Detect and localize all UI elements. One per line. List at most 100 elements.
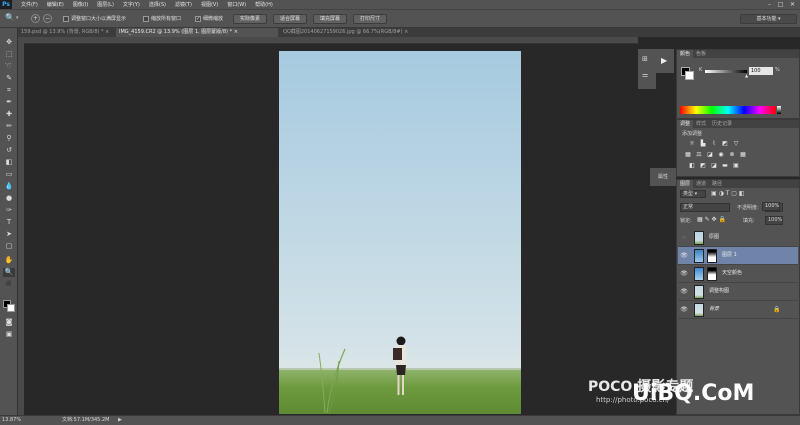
invert-icon[interactable]: ◧ xyxy=(688,162,696,169)
tool-preset-chevron-icon[interactable]: ▾ xyxy=(16,15,19,21)
quick-select-tool-icon[interactable]: ✎ xyxy=(3,74,15,83)
zoom-level[interactable]: 13.87% xyxy=(2,416,21,425)
play-action-icon[interactable]: ▶ xyxy=(661,56,667,65)
selective-color-icon[interactable]: ▣ xyxy=(732,162,740,169)
menu-filter[interactable]: 滤镜(T) xyxy=(175,1,192,8)
tab-history[interactable]: 历史记录 xyxy=(709,120,735,128)
blur-tool-icon[interactable]: 💧 xyxy=(3,182,15,191)
crop-tool-icon[interactable]: ⌗ xyxy=(3,86,15,95)
screen-mode-icon[interactable]: ▣ xyxy=(3,330,15,339)
visibility-eye-icon[interactable]: 👁 xyxy=(680,270,688,278)
close-icon[interactable]: ✕ xyxy=(789,1,796,8)
posterize-icon[interactable]: ◩ xyxy=(699,162,707,169)
document-tab[interactable]: 159.psd @ 13.9% (背景, RGB/8) * × xyxy=(18,28,114,37)
brush-tool-icon[interactable]: ✏ xyxy=(3,122,15,131)
zoom-tool-active-icon[interactable]: 🔍 xyxy=(3,268,15,277)
menu-layer[interactable]: 图层(L) xyxy=(97,1,114,8)
layer-row-layer1[interactable]: 👁 图层 1 xyxy=(678,247,798,265)
hand-tool-icon[interactable]: ✋ xyxy=(3,256,15,265)
color-spectrum-bar[interactable] xyxy=(680,106,776,114)
layer-filter-select[interactable]: 类型 ▾ xyxy=(680,190,706,198)
marquee-tool-icon[interactable]: ⬚ xyxy=(3,50,15,59)
document-canvas-photo[interactable] xyxy=(279,51,521,414)
fill-field[interactable]: 100% xyxy=(765,216,783,225)
zoom-out-icon[interactable]: − xyxy=(43,14,52,23)
hue-saturation-icon[interactable]: ▦ xyxy=(684,151,692,158)
type-tool-icon[interactable]: T xyxy=(3,218,15,227)
visibility-eye-icon[interactable]: 👁 xyxy=(680,288,688,296)
status-menu-arrow-icon[interactable]: ▶ xyxy=(118,416,122,425)
channel-mixer-icon[interactable]: ⊗ xyxy=(728,151,736,158)
blend-mode-select[interactable]: 正常 xyxy=(680,203,730,212)
scrubby-zoom-checkbox[interactable]: ✓ 细微缩放 xyxy=(195,15,223,22)
lasso-tool-icon[interactable]: ➰ xyxy=(3,62,15,71)
document-tab[interactable]: QQ截图20140627159026.jpg @ 66.7%(RGB/8#) × xyxy=(280,28,418,37)
menu-select[interactable]: 选择(S) xyxy=(149,1,166,8)
properties-collapsed-tab[interactable]: 属性 xyxy=(650,168,676,186)
black-white-icon[interactable]: ◪ xyxy=(706,151,714,158)
visibility-off-icon[interactable]: ▫ xyxy=(680,234,688,242)
healing-brush-tool-icon[interactable]: ✚ xyxy=(3,110,15,119)
slider-thumb-icon[interactable]: ▲ xyxy=(745,73,748,78)
dodge-tool-icon[interactable]: ● xyxy=(3,194,15,203)
threshold-icon[interactable]: ◪ xyxy=(710,162,718,169)
gradient-tool-icon[interactable]: ▭ xyxy=(3,170,15,179)
default-colors-icon[interactable]: ⬛ xyxy=(3,280,15,289)
extra-opacity-field[interactable]: 100% xyxy=(762,202,780,211)
layer-row-background[interactable]: 👁 背景 🔒 xyxy=(678,301,798,319)
workspace-select[interactable]: 基本功能 ▾ xyxy=(740,14,797,24)
pen-tool-icon[interactable]: ✑ xyxy=(3,206,15,215)
document-tab-active[interactable]: IMG_4159.CR2 @ 13.9% (图层 1, 图层蒙版/8) * × xyxy=(116,28,278,37)
background-color-swatch[interactable] xyxy=(7,304,15,312)
tab-styles[interactable]: 样式 xyxy=(693,120,709,128)
resize-windows-checkbox[interactable]: 调整窗口大小以满屏显示 xyxy=(63,15,126,22)
k-slider-track[interactable] xyxy=(705,70,747,73)
tab-close-icon[interactable]: × xyxy=(404,29,408,35)
menu-edit[interactable]: 编辑(E) xyxy=(47,1,64,8)
eraser-tool-icon[interactable]: ◧ xyxy=(3,158,15,167)
visibility-eye-icon[interactable]: 👁 xyxy=(680,252,688,260)
tab-adjustments[interactable]: 调整 xyxy=(677,120,694,128)
rectangle-tool-icon[interactable]: ▢ xyxy=(3,242,15,251)
zoom-in-icon[interactable]: + xyxy=(31,14,40,23)
menu-file[interactable]: 文件(F) xyxy=(21,1,38,8)
color-balance-icon[interactable]: ⚖ xyxy=(695,151,703,158)
tab-swatches[interactable]: 色板 xyxy=(693,50,709,58)
actual-pixels-button[interactable]: 实际像素 xyxy=(233,14,267,24)
menu-image[interactable]: 图像(I) xyxy=(73,1,88,8)
menu-window[interactable]: 窗口(W) xyxy=(227,1,246,8)
photo-filter-icon[interactable]: ◉ xyxy=(717,151,725,158)
zoom-tool-icon[interactable]: 🔍 xyxy=(5,13,15,22)
tab-layers[interactable]: 图层 xyxy=(677,180,694,188)
gradient-map-icon[interactable]: ▬ xyxy=(721,162,729,169)
layer-row-sky-color[interactable]: 👁 天空颜色 xyxy=(678,265,798,283)
layer-row-original[interactable]: ▫ 原图 xyxy=(678,229,798,247)
visibility-eye-icon[interactable]: 👁 xyxy=(680,306,688,314)
tab-close-icon[interactable]: × xyxy=(105,29,109,35)
brush-presets-icon[interactable]: ⚌ xyxy=(642,71,648,79)
zoom-all-checkbox[interactable]: 缩放所有窗口 xyxy=(143,15,181,22)
lock-options-icons[interactable]: ▦ ✎ ✥ 🔒 xyxy=(697,216,726,223)
curves-icon[interactable]: ⌇ xyxy=(710,140,718,147)
fill-screen-button[interactable]: 填充屏幕 xyxy=(313,14,347,24)
menu-view[interactable]: 视图(V) xyxy=(201,1,218,8)
grayscale-ramp[interactable] xyxy=(777,106,781,114)
layer-row-composition[interactable]: 👁 调整构图 xyxy=(678,283,798,301)
levels-icon[interactable]: ▙ xyxy=(699,140,707,147)
print-size-button[interactable]: 打印尺寸 xyxy=(353,14,387,24)
minimize-icon[interactable]: – xyxy=(766,1,773,8)
brightness-contrast-icon[interactable]: ☼ xyxy=(688,140,696,147)
eyedropper-tool-icon[interactable]: ✒ xyxy=(3,98,15,107)
tab-channels[interactable]: 通道 xyxy=(693,180,709,188)
quick-mask-icon[interactable]: ◙ xyxy=(3,318,15,327)
history-brush-tool-icon[interactable]: ↺ xyxy=(3,146,15,155)
path-select-tool-icon[interactable]: ➤ xyxy=(3,230,15,239)
k-value-field[interactable]: 100 xyxy=(749,67,773,75)
menu-help[interactable]: 帮助(H) xyxy=(255,1,273,8)
vibrance-icon[interactable]: ▽ xyxy=(732,140,740,147)
move-tool-icon[interactable]: ✥ xyxy=(3,38,15,47)
exposure-icon[interactable]: ◩ xyxy=(721,140,729,147)
history-panel-icon[interactable]: ⊞ xyxy=(642,55,648,63)
color-lookup-icon[interactable]: ▦ xyxy=(739,151,747,158)
restore-icon[interactable]: □ xyxy=(777,1,784,8)
